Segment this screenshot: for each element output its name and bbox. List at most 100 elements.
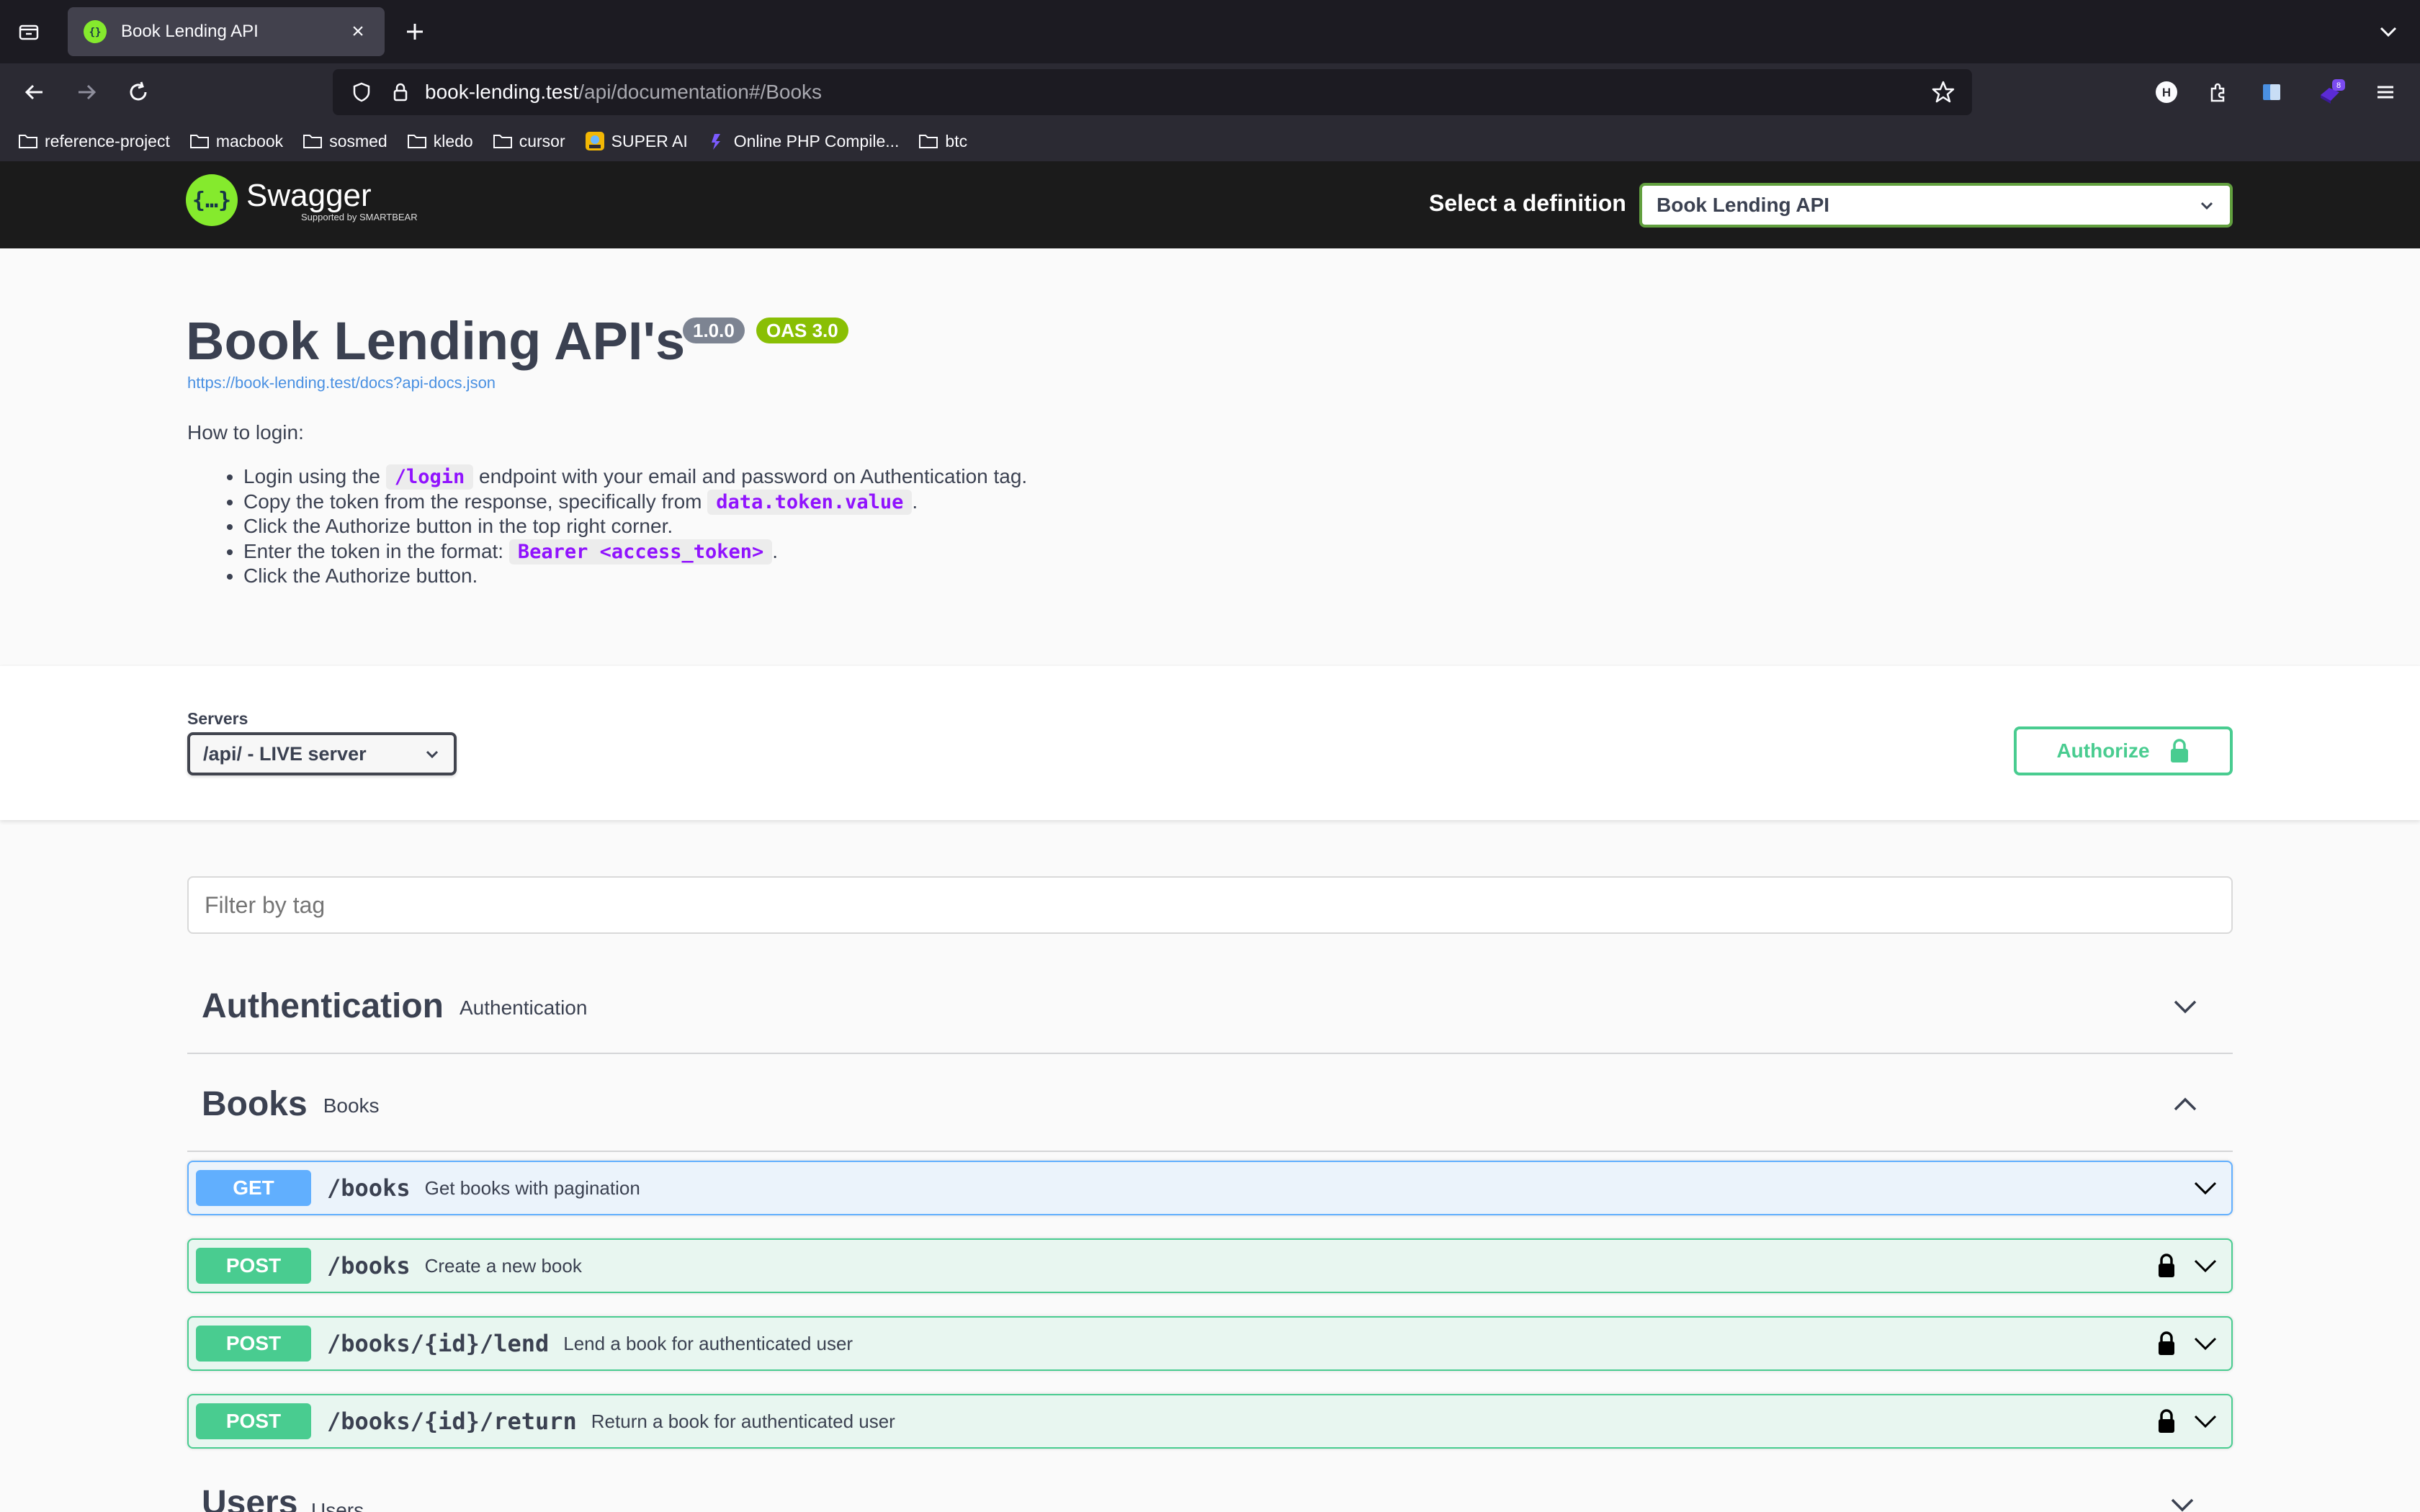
- operation-post-books-return[interactable]: POST /books/{id}/return Return a book fo…: [187, 1394, 2233, 1449]
- operation-summary: Lend a book for authenticated user: [563, 1332, 853, 1354]
- method-badge: POST: [196, 1326, 311, 1362]
- bitwarden-extension-icon[interactable]: [2256, 76, 2287, 108]
- step-text: endpoint with your email and password on…: [473, 465, 1028, 487]
- tag-description: Books: [323, 1094, 380, 1117]
- lock-icon[interactable]: [2152, 1407, 2181, 1436]
- api-title: Book Lending API's: [186, 311, 686, 371]
- browser-tab[interactable]: {} Book Lending API ×: [68, 7, 385, 56]
- step-text: .: [912, 490, 918, 513]
- tag-name: Books: [202, 1084, 308, 1123]
- chevron-down-icon[interactable]: [2191, 1407, 2220, 1436]
- lock-icon[interactable]: [386, 78, 415, 107]
- swagger-topbar: {…} Swagger Supported by SMARTBEAR Selec…: [0, 161, 2420, 248]
- howto-heading: How to login:: [187, 421, 304, 444]
- chevron-down-icon[interactable]: [2191, 1329, 2220, 1358]
- close-tab-icon[interactable]: ×: [347, 19, 369, 44]
- tag-books[interactable]: Books Books: [187, 1057, 2233, 1152]
- new-tab-icon[interactable]: [400, 17, 429, 46]
- super-ai-icon: [584, 130, 606, 152]
- url-text[interactable]: book-lending.test/api/documentation#/Boo…: [425, 81, 1929, 104]
- tag-description: Authentication: [459, 996, 588, 1019]
- scheme-container: Servers /api/ - LIVE server Authorize: [0, 666, 2420, 820]
- chevron-down-icon: [424, 745, 441, 762]
- definition-label: Select a definition: [1429, 190, 1626, 216]
- filter-by-tag[interactable]: [187, 876, 2233, 934]
- bookmark-kledo[interactable]: kledo: [406, 130, 473, 152]
- step-text: Copy the token from the response, specif…: [243, 490, 708, 513]
- tab-overview-icon[interactable]: [14, 17, 43, 46]
- definition-select[interactable]: Book Lending API: [1639, 183, 2233, 228]
- bookmark-label: macbook: [215, 131, 284, 150]
- tab-title: Book Lending API: [121, 22, 259, 41]
- svg-text:H: H: [2162, 86, 2171, 99]
- svg-text:{}: {}: [89, 27, 102, 38]
- list-item: Enter the token in the format: Bearer <a…: [243, 539, 1027, 564]
- bookmark-online-php-compiler[interactable]: Online PHP Compile...: [707, 130, 899, 152]
- bookmark-label: kledo: [433, 131, 473, 150]
- method-badge: POST: [196, 1403, 311, 1439]
- extensions-puzzle-icon[interactable]: [2202, 76, 2234, 108]
- url-host: book-lending.test: [425, 81, 579, 103]
- folder-icon: [189, 130, 210, 152]
- chevron-down-icon[interactable]: [2191, 1174, 2220, 1202]
- operation-get-books[interactable]: GET /books Get books with pagination: [187, 1161, 2233, 1215]
- bookmark-macbook[interactable]: macbook: [189, 130, 283, 152]
- operation-path: /books: [327, 1252, 411, 1279]
- step-code: Bearer <access_token>: [508, 539, 773, 564]
- operation-summary: Get books with pagination: [424, 1176, 640, 1199]
- bookmark-star-icon[interactable]: [1929, 78, 1958, 107]
- bookmark-cursor[interactable]: cursor: [492, 130, 565, 152]
- h-extension-icon[interactable]: H: [2151, 76, 2182, 108]
- bookmarks-bar: reference-project macbook sosmed kledo c…: [0, 121, 2420, 161]
- operation-path: /books/{id}/lend: [327, 1330, 550, 1357]
- servers-select[interactable]: /api/ - LIVE server: [187, 732, 457, 775]
- operation-summary: Create a new book: [424, 1254, 582, 1277]
- back-icon[interactable]: [19, 76, 50, 108]
- lock-icon[interactable]: [2152, 1329, 2181, 1358]
- step-text: Login using the: [243, 465, 386, 487]
- spec-url-link[interactable]: https://book-lending.test/docs?api-docs.…: [187, 374, 496, 392]
- servers-value: /api/ - LIVE server: [203, 742, 367, 765]
- authorize-button[interactable]: Authorize: [2014, 726, 2233, 775]
- servers-label: Servers: [187, 709, 248, 728]
- swagger-favicon-icon: {}: [84, 20, 107, 43]
- tag-authentication[interactable]: Authentication Authentication: [187, 959, 2233, 1054]
- chevron-down-icon[interactable]: [2168, 1490, 2200, 1512]
- method-badge: GET: [196, 1170, 311, 1206]
- folder-icon: [492, 130, 514, 152]
- menu-hamburger-icon[interactable]: [2370, 76, 2401, 108]
- step-code: /login: [385, 464, 474, 490]
- bookmark-reference-project[interactable]: reference-project: [17, 130, 170, 152]
- operation-post-books[interactable]: POST /books Create a new book: [187, 1238, 2233, 1293]
- login-steps-list: Login using the /login endpoint with you…: [243, 464, 1027, 589]
- chevron-up-icon[interactable]: [2169, 1089, 2201, 1120]
- address-bar[interactable]: book-lending.test/api/documentation#/Boo…: [333, 69, 1972, 115]
- method-badge: POST: [196, 1248, 311, 1284]
- forward-icon[interactable]: [71, 76, 102, 108]
- step-text: Click the Authorize button in the top ri…: [243, 515, 673, 537]
- url-path: /api/documentation#/Books: [578, 81, 823, 103]
- step-text: Enter the token in the format:: [243, 539, 509, 562]
- shield-icon[interactable]: [347, 78, 376, 107]
- purple-extension-icon[interactable]: 8: [2315, 76, 2347, 108]
- tag-description: Users: [311, 1499, 364, 1512]
- tag-users[interactable]: Users: [202, 1483, 297, 1512]
- bookmark-sosmed[interactable]: sosmed: [302, 130, 387, 152]
- list-all-tabs-icon[interactable]: [2374, 17, 2403, 46]
- list-item: Copy the token from the response, specif…: [243, 489, 1027, 515]
- bookmark-btc[interactable]: btc: [918, 130, 967, 152]
- step-text: .: [772, 539, 779, 562]
- version-badge: 1.0.0: [683, 318, 745, 343]
- unlocked-lock-icon: [2169, 738, 2190, 764]
- lock-icon[interactable]: [2152, 1251, 2181, 1280]
- chevron-down-icon[interactable]: [2169, 991, 2201, 1022]
- folder-icon: [918, 130, 939, 152]
- reload-icon[interactable]: [122, 76, 154, 108]
- chevron-down-icon[interactable]: [2191, 1251, 2220, 1280]
- operation-path: /books: [327, 1174, 411, 1202]
- operation-post-books-lend[interactable]: POST /books/{id}/lend Lend a book for au…: [187, 1316, 2233, 1371]
- bookmark-super-ai[interactable]: SUPER AI: [584, 130, 688, 152]
- step-code: data.token.value: [707, 489, 913, 515]
- filter-input[interactable]: [205, 891, 2215, 919]
- swagger-logo[interactable]: {…} Swagger Supported by SMARTBEAR: [186, 174, 418, 226]
